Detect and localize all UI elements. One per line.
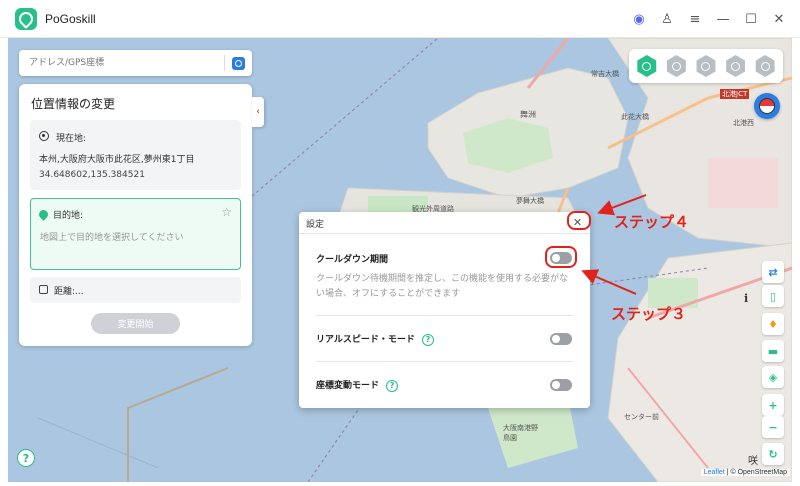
mode-toolbar — [629, 49, 783, 83]
location-target-icon[interactable]: ◈ — [762, 366, 784, 388]
teleport-mode-icon[interactable] — [637, 55, 657, 77]
shirt-icon[interactable]: ♦ — [762, 313, 784, 335]
distance-box: 距離:... — [30, 277, 241, 303]
dialog-header: 設定 ✕ — [299, 212, 590, 234]
current-coordinates: 34.648602,135.384521 — [39, 170, 145, 180]
divider — [316, 315, 573, 316]
map-label: 北港JCT — [720, 89, 750, 99]
settings-dialog: 設定 ✕ クールダウン期間 クールダウン待機期間を推定し、この機能を使用する必要… — [299, 212, 590, 408]
discord-icon[interactable]: ◉ — [632, 12, 646, 27]
help-icon[interactable]: ? — [17, 449, 35, 467]
window-controls: ◉ ♙ ≡ — ☐ ✕ — [632, 0, 786, 38]
map-attribution: Leaflet | © OpenStreetMap — [700, 469, 790, 476]
current-location-icon — [39, 131, 49, 141]
map-label: 此花大橋 — [621, 113, 649, 121]
panel-title: 位置情報の変更 — [31, 97, 116, 111]
map-label: 舞洲 — [520, 110, 536, 119]
search-input[interactable] — [19, 50, 224, 76]
map-label: センター前 — [624, 413, 659, 421]
app-title: PoGoskill — [45, 11, 96, 26]
close-icon[interactable]: ✕ — [772, 12, 786, 27]
realspeed-title: リアルスピード・モード — [316, 335, 415, 345]
cooldown-title: クールダウン期間 — [316, 255, 389, 265]
step3-label: ステップ３ — [611, 305, 687, 323]
realspeed-row: リアルスピード・モード? — [316, 332, 434, 346]
info-icon[interactable]: i — [744, 292, 758, 308]
collapse-panel-chevron-icon[interactable]: ‹ — [252, 97, 264, 127]
shortcut-tool-icon[interactable]: ⇄ — [762, 261, 784, 283]
minimize-icon[interactable]: — — [716, 12, 730, 27]
annotation-ring-close — [567, 211, 591, 230]
help-question-icon[interactable]: ? — [386, 379, 399, 392]
joystick-mode-icon[interactable] — [726, 55, 746, 77]
title-bar: PoGoskill ◉ ♙ ≡ — ☐ ✕ — [0, 0, 800, 38]
pokeball-icon[interactable] — [754, 93, 780, 119]
zoom-out-icon[interactable]: − — [762, 416, 784, 438]
search-divider — [224, 55, 225, 71]
step4-label: ステップ４ — [614, 213, 690, 231]
device-icon[interactable]: ▯ — [762, 285, 784, 307]
distance-icon — [39, 285, 48, 294]
zoom-in-icon[interactable]: + — [762, 394, 784, 416]
favorite-star-icon[interactable]: ☆ — [221, 205, 232, 219]
cooldown-description: クールダウン待機期間を推定し、この機能を使用する必要がない場合、オフにすることが… — [316, 274, 569, 299]
reset-icon[interactable]: ↻ — [762, 443, 784, 465]
coordshift-toggle[interactable] — [550, 379, 572, 391]
destination-label: 目的地: — [53, 211, 84, 221]
user-icon[interactable]: ♙ — [660, 12, 674, 27]
divider — [316, 361, 573, 362]
coordshift-title: 座標変動モード — [316, 381, 380, 391]
help-question-icon[interactable]: ? — [421, 333, 434, 346]
pin-icon — [37, 208, 50, 221]
search-bar — [19, 50, 252, 76]
destination-placeholder: 地図上で目的地を選択してください — [40, 233, 184, 243]
map-label: 大阪南港野鳥園 — [503, 424, 538, 442]
map-label: 咲 — [748, 456, 758, 467]
destination-box[interactable]: 目的地: ☆ 地図上で目的地を選択してください — [30, 198, 241, 270]
map-label: 北港西 — [733, 119, 754, 127]
coordshift-row: 座標変動モード? — [316, 378, 399, 392]
two-spot-mode-icon[interactable] — [666, 55, 686, 77]
menu-icon[interactable]: ≡ — [688, 12, 702, 27]
search-icon[interactable] — [232, 56, 245, 70]
map-label: 常吉大橋 — [591, 70, 619, 78]
start-change-button[interactable]: 変更開始 — [91, 313, 180, 334]
current-address: 本州,大阪府大阪市此花区,夢州東1丁目 — [39, 155, 195, 165]
maximize-icon[interactable]: ☐ — [744, 12, 758, 27]
annotation-ring-toggle — [545, 246, 577, 268]
multi-spot-mode-icon[interactable] — [696, 55, 716, 77]
leaflet-link[interactable]: Leaflet — [704, 469, 725, 476]
map-label: 夢舞大橋 — [516, 197, 544, 205]
dialog-title: 設定 — [306, 220, 325, 230]
distance-label: 距離:... — [54, 287, 84, 297]
folder-icon[interactable]: ▬ — [762, 340, 784, 362]
current-location-label: 現在地: — [56, 134, 87, 144]
app-logo-icon — [15, 7, 37, 30]
realspeed-toggle[interactable] — [550, 333, 572, 345]
osm-attribution: | © OpenStreetMap — [724, 469, 787, 476]
jump-mode-icon[interactable] — [755, 55, 775, 77]
location-panel: 位置情報の変更 現在地: 本州,大阪府大阪市此花区,夢州東1丁目 34.6486… — [19, 84, 252, 346]
current-location-box: 現在地: 本州,大阪府大阪市此花区,夢州東1丁目 34.648602,135.3… — [30, 120, 241, 190]
